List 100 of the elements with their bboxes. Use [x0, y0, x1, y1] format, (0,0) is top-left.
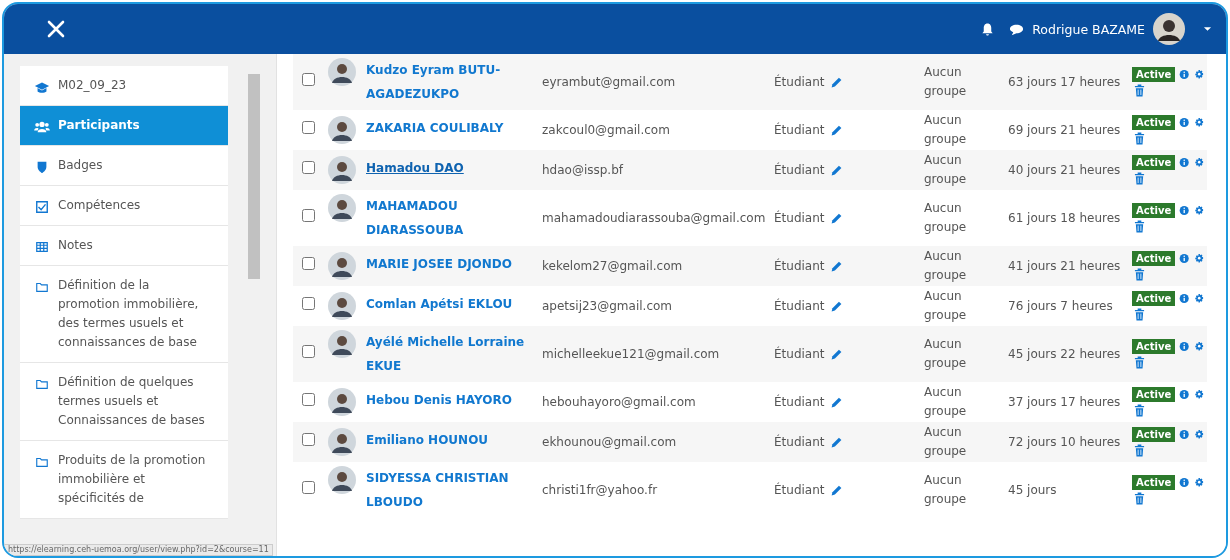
sidebar-item[interactable]: Définition de quelques termes usuels et Connaissances de bases	[20, 363, 228, 441]
sidebar-item[interactable]: Participants	[20, 106, 228, 146]
role-text: Étudiant	[774, 481, 825, 499]
sidebar-item[interactable]: Compétences	[20, 186, 228, 226]
role-text: Étudiant	[774, 209, 825, 227]
trash-icon[interactable]	[1134, 356, 1145, 369]
settings-icon[interactable]	[1193, 156, 1204, 169]
pencil-icon[interactable]	[829, 211, 843, 225]
settings-icon[interactable]	[1193, 476, 1204, 489]
sidebar-item[interactable]: Produits de la promotion immobilière et spécificités de	[20, 441, 228, 519]
info-icon[interactable]	[1179, 204, 1190, 217]
row-checkbox[interactable]	[302, 296, 315, 310]
pencil-icon[interactable]	[829, 75, 843, 89]
email-text: eyrambut@gmail.com	[542, 74, 676, 89]
participant-name-link[interactable]: Comlan Apétsi EKLOU	[366, 292, 513, 316]
settings-icon[interactable]	[1193, 388, 1204, 401]
info-icon[interactable]	[1179, 292, 1190, 305]
info-icon[interactable]	[1179, 428, 1190, 441]
trash-icon[interactable]	[1134, 308, 1145, 321]
last-access-text: 45 jours 22 heures	[1008, 346, 1121, 361]
participant-name-link[interactable]: ZAKARIA COULIBALY	[366, 116, 504, 140]
last-access-text: 76 jours 7 heures	[1008, 298, 1113, 313]
pencil-icon[interactable]	[829, 259, 843, 273]
email-text: christi1fr@yahoo.fr	[542, 482, 658, 497]
close-icon[interactable]	[46, 19, 66, 39]
email-text: hdao@issp.bf	[542, 162, 624, 177]
participant-name-link[interactable]: MARIE JOSEE DJONDO	[366, 252, 513, 276]
last-access-text: 41 jours 21 heures	[1008, 258, 1121, 273]
row-checkbox[interactable]	[302, 72, 315, 86]
status-badge: Active	[1132, 475, 1176, 490]
graduation-cap-icon	[34, 80, 50, 94]
settings-icon[interactable]	[1193, 116, 1204, 129]
pencil-icon[interactable]	[829, 435, 843, 449]
participant-name-link[interactable]: Ayélé Michelle Lorraine EKUE	[366, 330, 536, 378]
row-checkbox[interactable]	[302, 160, 315, 174]
sidebar-item[interactable]: Badges	[20, 146, 228, 186]
pencil-icon[interactable]	[829, 123, 843, 137]
settings-icon[interactable]	[1193, 68, 1204, 81]
settings-icon[interactable]	[1193, 292, 1204, 305]
row-checkbox[interactable]	[302, 120, 315, 134]
role-text: Étudiant	[774, 257, 825, 275]
info-icon[interactable]	[1179, 68, 1190, 81]
trash-icon[interactable]	[1134, 404, 1145, 417]
pencil-icon[interactable]	[829, 347, 843, 361]
participant-name-link[interactable]: SIDYESSA CHRISTIAN LBOUDO	[366, 466, 536, 514]
trash-icon[interactable]	[1134, 172, 1145, 185]
trash-icon[interactable]	[1134, 84, 1145, 97]
user-avatar[interactable]	[1153, 13, 1185, 45]
status-badge: Active	[1132, 339, 1176, 354]
user-name[interactable]: Rodrigue BAZAME	[1032, 21, 1145, 37]
pencil-icon[interactable]	[829, 395, 843, 409]
role-text: Étudiant	[774, 297, 825, 315]
info-icon[interactable]	[1179, 388, 1190, 401]
participant-name-link[interactable]: Kudzo Eyram BUTU-AGADEZUKPO	[366, 58, 536, 106]
participant-name-link[interactable]: Hebou Denis HAYORO	[366, 388, 512, 412]
settings-icon[interactable]	[1193, 252, 1204, 265]
row-checkbox[interactable]	[302, 480, 315, 494]
row-checkbox[interactable]	[302, 432, 315, 446]
avatar	[328, 194, 356, 222]
participant-name-link[interactable]: Hamadou DAO	[366, 156, 464, 180]
participant-name-link[interactable]: MAHAMADOU DIARASSOUBA	[366, 194, 536, 242]
avatar	[328, 466, 356, 494]
caret-icon[interactable]	[1203, 26, 1212, 32]
sidebar-item[interactable]: Définition de la promotion immobilière, des termes usuels et connaissances de base	[20, 266, 228, 363]
settings-icon[interactable]	[1193, 340, 1204, 353]
status-badge: Active	[1132, 251, 1176, 266]
trash-icon[interactable]	[1134, 220, 1145, 233]
status-badge: Active	[1132, 67, 1176, 82]
trash-icon[interactable]	[1134, 492, 1145, 505]
row-checkbox[interactable]	[302, 256, 315, 270]
folder-icon	[34, 280, 50, 294]
status-badge: Active	[1132, 427, 1176, 442]
pencil-icon[interactable]	[829, 483, 843, 497]
group-text: Aucun groupe	[924, 152, 968, 188]
row-checkbox[interactable]	[302, 344, 315, 358]
status-badge: Active	[1132, 115, 1176, 130]
row-checkbox[interactable]	[302, 208, 315, 222]
row-checkbox[interactable]	[302, 392, 315, 406]
trash-icon[interactable]	[1134, 132, 1145, 145]
status-badge: Active	[1132, 387, 1176, 402]
pencil-icon[interactable]	[829, 163, 843, 177]
group-text: Aucun groupe	[924, 248, 968, 284]
settings-icon[interactable]	[1193, 204, 1204, 217]
info-icon[interactable]	[1179, 340, 1190, 353]
users-icon	[34, 120, 50, 134]
trash-icon[interactable]	[1134, 444, 1145, 457]
avatar	[328, 252, 356, 280]
info-icon[interactable]	[1179, 252, 1190, 265]
sidebar-item[interactable]: Notes	[20, 226, 228, 266]
settings-icon[interactable]	[1193, 428, 1204, 441]
email-text: hebouhayoro@gmail.com	[542, 394, 696, 409]
role-text: Étudiant	[774, 121, 825, 139]
participant-name-link[interactable]: Emiliano HOUNOU	[366, 428, 489, 452]
info-icon[interactable]	[1179, 116, 1190, 129]
info-icon[interactable]	[1179, 156, 1190, 169]
trash-icon[interactable]	[1134, 268, 1145, 281]
last-access-text: 63 jours 17 heures	[1008, 74, 1121, 89]
pencil-icon[interactable]	[829, 299, 843, 313]
info-icon[interactable]	[1179, 476, 1190, 489]
email-text: apetsij23@gmail.com	[542, 298, 673, 313]
